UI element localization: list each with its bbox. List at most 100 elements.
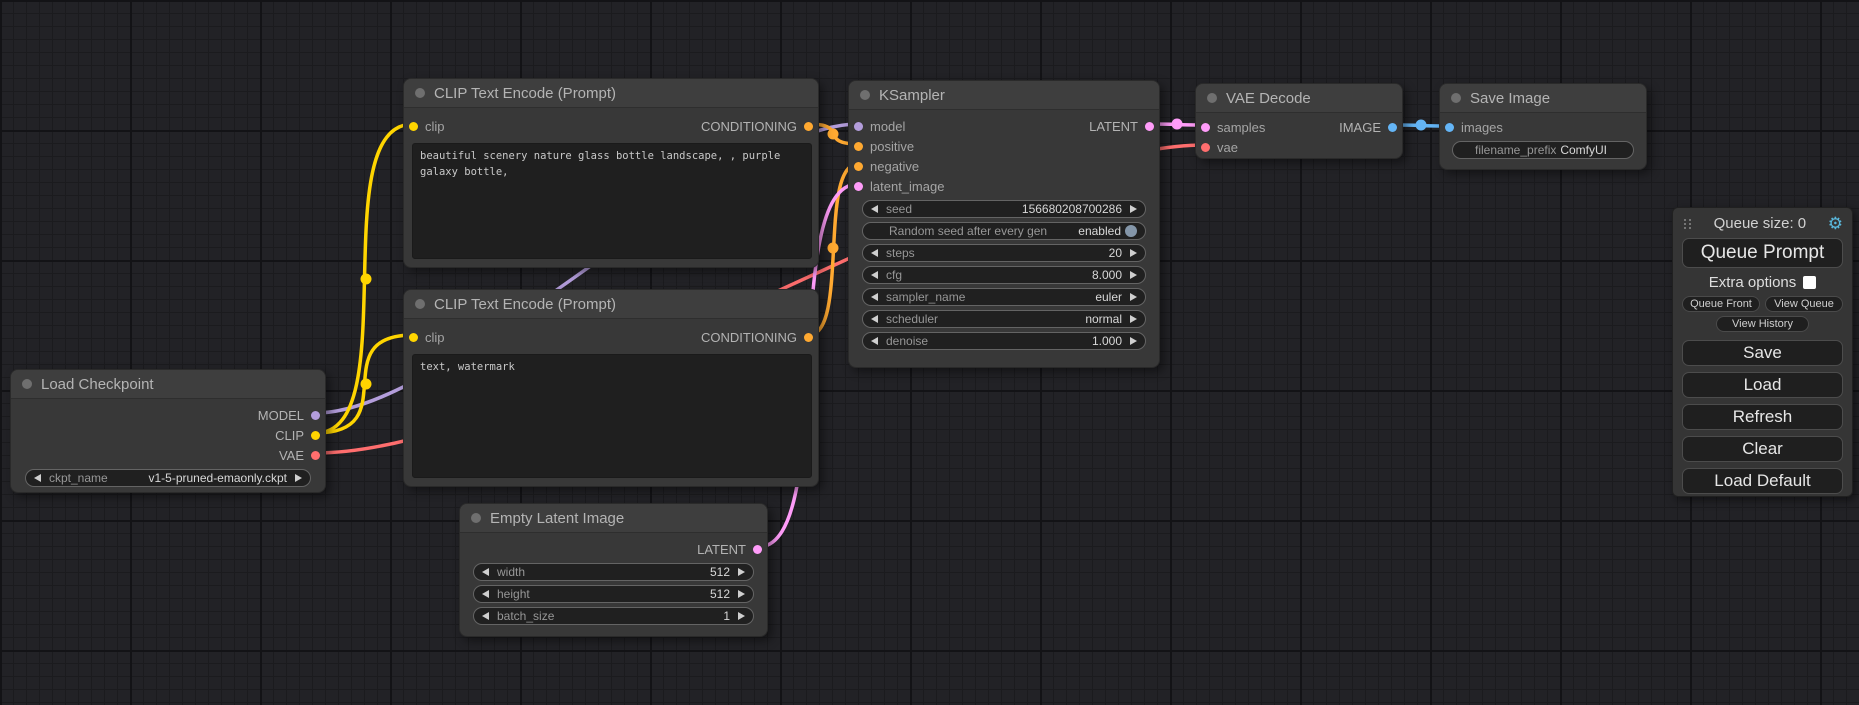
sampler-name-widget[interactable]: sampler_name euler — [862, 288, 1146, 306]
widget-label: Random seed after every gen — [889, 224, 1047, 238]
collapse-dot-icon[interactable] — [1207, 93, 1217, 103]
increment-arrow-icon[interactable] — [1130, 205, 1137, 213]
negative-prompt-textarea[interactable]: text, watermark — [412, 354, 812, 478]
decrement-arrow-icon[interactable] — [871, 271, 878, 279]
cfg-widget[interactable]: cfg 8.000 — [862, 266, 1146, 284]
output-label: CONDITIONING — [701, 119, 797, 134]
refresh-button[interactable]: Refresh — [1682, 404, 1843, 430]
node-clip-text-encode-positive[interactable]: CLIP Text Encode (Prompt) clip CONDITION… — [403, 78, 819, 268]
height-widget[interactable]: height 512 — [473, 585, 754, 603]
node-title-bar[interactable]: VAE Decode — [1196, 84, 1402, 113]
model-output-dot[interactable] — [311, 411, 320, 420]
node-save-image[interactable]: Save Image images filename_prefix ComfyU… — [1439, 83, 1647, 170]
node-title-bar[interactable]: CLIP Text Encode (Prompt) — [404, 79, 818, 108]
increment-arrow-icon[interactable] — [738, 612, 745, 620]
node-ksampler[interactable]: KSampler model LATENT positive negative … — [848, 80, 1160, 368]
view-queue-button[interactable]: View Queue — [1765, 296, 1843, 312]
decrement-arrow-icon[interactable] — [871, 205, 878, 213]
clip-input-dot[interactable] — [409, 333, 418, 342]
node-title-bar[interactable]: Save Image — [1440, 84, 1646, 113]
collapse-dot-icon[interactable] — [471, 513, 481, 523]
increment-arrow-icon[interactable] — [1130, 337, 1137, 345]
increment-arrow-icon[interactable] — [1130, 271, 1137, 279]
node-title-bar[interactable]: CLIP Text Encode (Prompt) — [404, 290, 818, 319]
collapse-dot-icon[interactable] — [22, 379, 32, 389]
random-seed-toggle-widget[interactable]: Random seed after every gen enabled — [862, 222, 1146, 240]
input-label: clip — [425, 330, 445, 345]
queue-front-button[interactable]: Queue Front — [1682, 296, 1760, 312]
drag-handle-icon[interactable] — [1684, 219, 1692, 229]
increment-arrow-icon[interactable] — [1130, 293, 1137, 301]
vae-input-dot[interactable] — [1201, 143, 1210, 152]
toggle-circle-icon[interactable] — [1125, 225, 1137, 237]
widget-label: batch_size — [497, 609, 554, 623]
decrement-arrow-icon[interactable] — [34, 474, 41, 482]
positive-input-dot[interactable] — [854, 142, 863, 151]
clip-output-dot[interactable] — [311, 431, 320, 440]
increment-arrow-icon[interactable] — [738, 568, 745, 576]
vae-output-dot[interactable] — [311, 451, 320, 460]
decrement-arrow-icon[interactable] — [871, 315, 878, 323]
node-title-bar[interactable]: Empty Latent Image — [460, 504, 767, 533]
steps-widget[interactable]: steps 20 — [862, 244, 1146, 262]
samples-input-dot[interactable] — [1201, 123, 1210, 132]
batch-size-widget[interactable]: batch_size 1 — [473, 607, 754, 625]
latent-image-input-dot[interactable] — [854, 182, 863, 191]
ckpt-name-widget[interactable]: ckpt_name v1-5-pruned-emaonly.ckpt — [25, 469, 311, 487]
node-load-checkpoint[interactable]: Load Checkpoint MODEL CLIP VAE ckpt_name… — [10, 369, 326, 493]
gear-icon[interactable]: ⚙ — [1828, 215, 1843, 232]
load-default-button[interactable]: Load Default — [1682, 468, 1843, 494]
images-input-dot[interactable] — [1445, 123, 1454, 132]
extra-options-label: Extra options — [1709, 274, 1797, 291]
denoise-widget[interactable]: denoise 1.000 — [862, 332, 1146, 350]
node-title: CLIP Text Encode (Prompt) — [434, 85, 616, 102]
clear-button[interactable]: Clear — [1682, 436, 1843, 462]
node-clip-text-encode-negative[interactable]: CLIP Text Encode (Prompt) clip CONDITION… — [403, 289, 819, 487]
widget-value: 1 — [723, 609, 730, 623]
seed-widget[interactable]: seed 156680208700286 — [862, 200, 1146, 218]
collapse-dot-icon[interactable] — [415, 299, 425, 309]
increment-arrow-icon[interactable] — [1130, 315, 1137, 323]
widget-value: 1.000 — [1092, 334, 1122, 348]
collapse-dot-icon[interactable] — [860, 90, 870, 100]
conditioning-output-dot[interactable] — [804, 333, 813, 342]
model-input-dot[interactable] — [854, 122, 863, 131]
collapse-dot-icon[interactable] — [1451, 93, 1461, 103]
widget-value: 512 — [710, 565, 730, 579]
latent-output-dot[interactable] — [1145, 122, 1154, 131]
queue-prompt-button[interactable]: Queue Prompt — [1682, 238, 1843, 268]
decrement-arrow-icon[interactable] — [871, 293, 878, 301]
node-title-bar[interactable]: KSampler — [849, 81, 1159, 110]
decrement-arrow-icon[interactable] — [871, 337, 878, 345]
latent-output-dot[interactable] — [753, 545, 762, 554]
filename-prefix-widget[interactable]: filename_prefix ComfyUI — [1452, 141, 1634, 159]
widget-label: cfg — [886, 268, 902, 282]
input-label: vae — [1217, 140, 1238, 155]
negative-input-dot[interactable] — [854, 162, 863, 171]
increment-arrow-icon[interactable] — [295, 474, 302, 482]
positive-prompt-textarea[interactable]: beautiful scenery nature glass bottle la… — [412, 143, 812, 259]
node-vae-decode[interactable]: VAE Decode samples IMAGE vae — [1195, 83, 1403, 159]
increment-arrow-icon[interactable] — [738, 590, 745, 598]
output-label: VAE — [279, 448, 304, 463]
scheduler-widget[interactable]: scheduler normal — [862, 310, 1146, 328]
decrement-arrow-icon[interactable] — [871, 249, 878, 257]
save-button[interactable]: Save — [1682, 340, 1843, 366]
width-widget[interactable]: width 512 — [473, 563, 754, 581]
widget-value: 512 — [710, 587, 730, 601]
collapse-dot-icon[interactable] — [415, 88, 425, 98]
image-output-dot[interactable] — [1388, 123, 1397, 132]
conditioning-output-dot[interactable] — [804, 122, 813, 131]
widget-value: 8.000 — [1092, 268, 1122, 282]
node-graph-canvas[interactable]: Load Checkpoint MODEL CLIP VAE ckpt_name… — [0, 0, 1859, 705]
clip-input-dot[interactable] — [409, 122, 418, 131]
load-button[interactable]: Load — [1682, 372, 1843, 398]
decrement-arrow-icon[interactable] — [482, 590, 489, 598]
view-history-button[interactable]: View History — [1716, 316, 1809, 332]
node-empty-latent-image[interactable]: Empty Latent Image LATENT width 512 heig… — [459, 503, 768, 637]
decrement-arrow-icon[interactable] — [482, 568, 489, 576]
decrement-arrow-icon[interactable] — [482, 612, 489, 620]
node-title-bar[interactable]: Load Checkpoint — [11, 370, 325, 399]
increment-arrow-icon[interactable] — [1130, 249, 1137, 257]
extra-options-checkbox[interactable] — [1803, 276, 1816, 289]
